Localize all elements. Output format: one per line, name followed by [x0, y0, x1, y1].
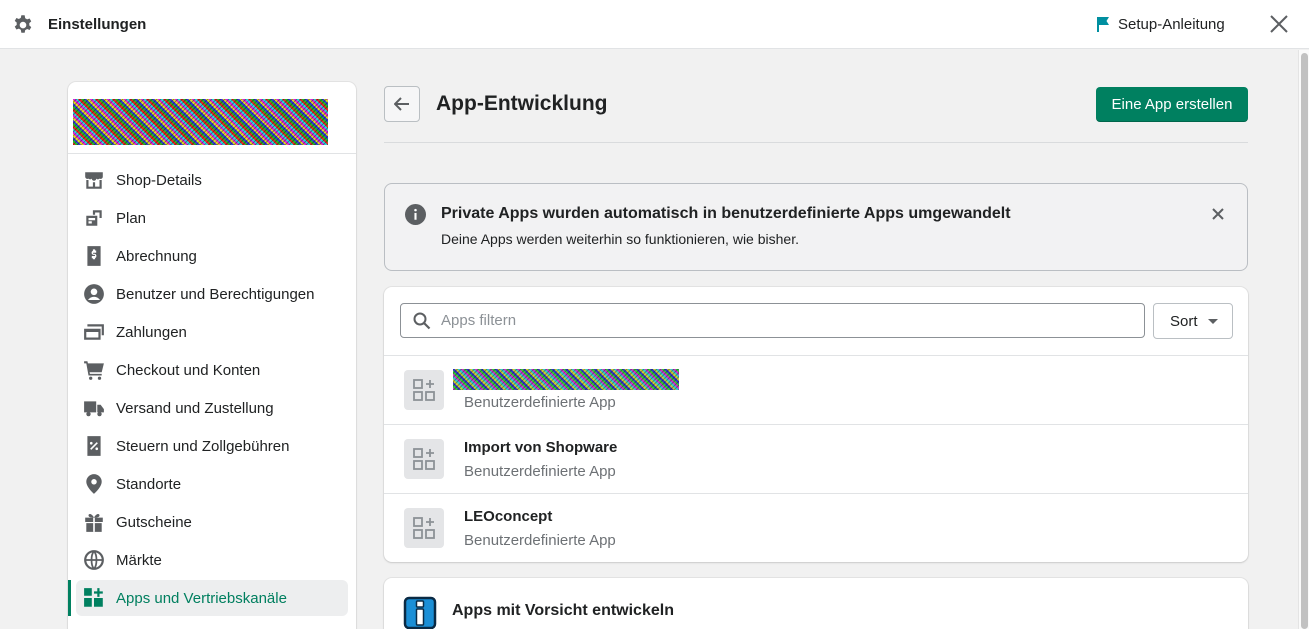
app-name: LEOconcept: [464, 508, 553, 525]
store-icon: [85, 172, 103, 189]
app-list-item[interactable]: Import von Shopware Benutzerdefinierte A…: [384, 424, 1248, 493]
app-thumbnail: [404, 508, 444, 548]
store-logo: [73, 99, 328, 145]
search-field[interactable]: [400, 303, 1145, 338]
sidebar-item-label: Shop-Details: [116, 171, 202, 189]
caution-card: Apps mit Vorsicht entwickeln: [384, 578, 1248, 629]
sidebar-item-users[interactable]: Benutzer und Berechtigungen: [76, 276, 348, 312]
cart-icon: [84, 361, 104, 380]
sidebar-item-apps[interactable]: Apps und Vertriebskanäle: [68, 580, 348, 616]
sidebar-item-label: Gutscheine: [116, 513, 192, 531]
sidebar-item-label: Benutzer und Berechtigungen: [116, 285, 315, 303]
sidebar-item-label: Abrechnung: [116, 247, 197, 265]
sidebar-item-checkout[interactable]: Checkout und Konten: [76, 352, 348, 388]
page-title: App-Entwicklung: [436, 92, 608, 115]
info-banner: Private Apps wurden automatisch in benut…: [384, 183, 1248, 271]
caret-down-icon: [1208, 319, 1218, 324]
app-type: Benutzerdefinierte App: [464, 463, 616, 480]
globe-icon: [84, 550, 104, 570]
settings-sidebar: Shop-Details Plan Abrechnung Benutzer un…: [68, 82, 356, 629]
app-placeholder-icon: [413, 448, 435, 470]
flag-icon: [1097, 16, 1109, 32]
plan-icon: [86, 210, 102, 226]
close-icon[interactable]: [1211, 207, 1225, 221]
setup-guide-link[interactable]: Setup-Anleitung: [1097, 14, 1225, 34]
caution-info-icon: [403, 596, 437, 629]
divider: [68, 153, 356, 154]
app-placeholder-icon: [413, 379, 435, 401]
top-bar: Einstellungen Setup-Anleitung: [0, 0, 1309, 49]
banner-text: Deine Apps werden weiterhin so funktioni…: [441, 231, 799, 247]
gear-icon: [14, 15, 32, 33]
banner-title: Private Apps wurden automatisch in benut…: [441, 205, 1011, 222]
setup-guide-label: Setup-Anleitung: [1118, 15, 1225, 33]
sidebar-item-locations[interactable]: Standorte: [76, 466, 348, 502]
app-name: Import von Shopware: [464, 439, 618, 456]
apps-icon: [84, 588, 103, 607]
sort-label: Sort: [1170, 312, 1198, 330]
search-input[interactable]: [441, 305, 1131, 336]
sidebar-item-payments[interactable]: Zahlungen: [76, 314, 348, 350]
sidebar-item-shop-details[interactable]: Shop-Details: [76, 162, 348, 198]
app-type: Benutzerdefinierte App: [464, 394, 616, 411]
payments-icon: [84, 324, 104, 340]
page-scrollbar[interactable]: [1298, 50, 1309, 629]
create-app-button[interactable]: Eine App erstellen: [1096, 87, 1248, 122]
settings-title: Einstellungen: [48, 16, 147, 33]
arrow-left-icon: [394, 97, 409, 111]
sidebar-item-label: Checkout und Konten: [116, 361, 261, 379]
sidebar-item-gift-cards[interactable]: Gutscheine: [76, 504, 348, 540]
sidebar-item-label: Steuern und Zollgebühren: [116, 437, 290, 455]
billing-icon: [87, 246, 101, 266]
sort-button[interactable]: Sort: [1153, 303, 1233, 339]
sidebar-item-taxes[interactable]: Steuern und Zollgebühren: [76, 428, 348, 464]
back-button[interactable]: [384, 86, 420, 122]
sidebar-item-label: Plan: [116, 209, 147, 227]
sidebar-item-label: Apps und Vertriebskanäle: [116, 589, 287, 607]
sidebar-item-label: Standorte: [116, 475, 182, 493]
truck-icon: [84, 401, 104, 417]
app-thumbnail: [404, 439, 444, 479]
caution-title: Apps mit Vorsicht entwickeln: [452, 602, 674, 619]
sidebar-item-plan[interactable]: Plan: [76, 200, 348, 236]
app-placeholder-icon: [413, 517, 435, 539]
sidebar-item-billing[interactable]: Abrechnung: [76, 238, 348, 274]
sidebar-item-shipping[interactable]: Versand und Zustellung: [76, 390, 348, 426]
scrollbar-thumb[interactable]: [1301, 53, 1308, 629]
info-icon: [405, 204, 426, 225]
app-type: Benutzerdefinierte App: [464, 532, 616, 549]
user-icon: [84, 284, 104, 304]
gift-icon: [85, 513, 103, 532]
app-list-item[interactable]: LEOconcept Benutzerdefinierte App: [384, 493, 1248, 562]
divider: [384, 142, 1248, 143]
app-thumbnail: [404, 370, 444, 410]
sidebar-item-label: Märkte: [116, 551, 162, 569]
app-list-item[interactable]: Benutzerdefinierte App: [384, 355, 1248, 424]
apps-card: Sort Benutzerdefinierte App Import von S…: [384, 287, 1248, 562]
tax-icon: [87, 436, 101, 456]
sidebar-item-markets[interactable]: Märkte: [76, 542, 348, 578]
app-name-redacted: [453, 369, 679, 390]
location-icon: [86, 474, 102, 494]
sidebar-item-label: Zahlungen: [116, 323, 187, 341]
close-icon[interactable]: [1268, 13, 1290, 35]
search-icon: [413, 312, 431, 330]
sidebar-item-label: Versand und Zustellung: [116, 399, 274, 417]
